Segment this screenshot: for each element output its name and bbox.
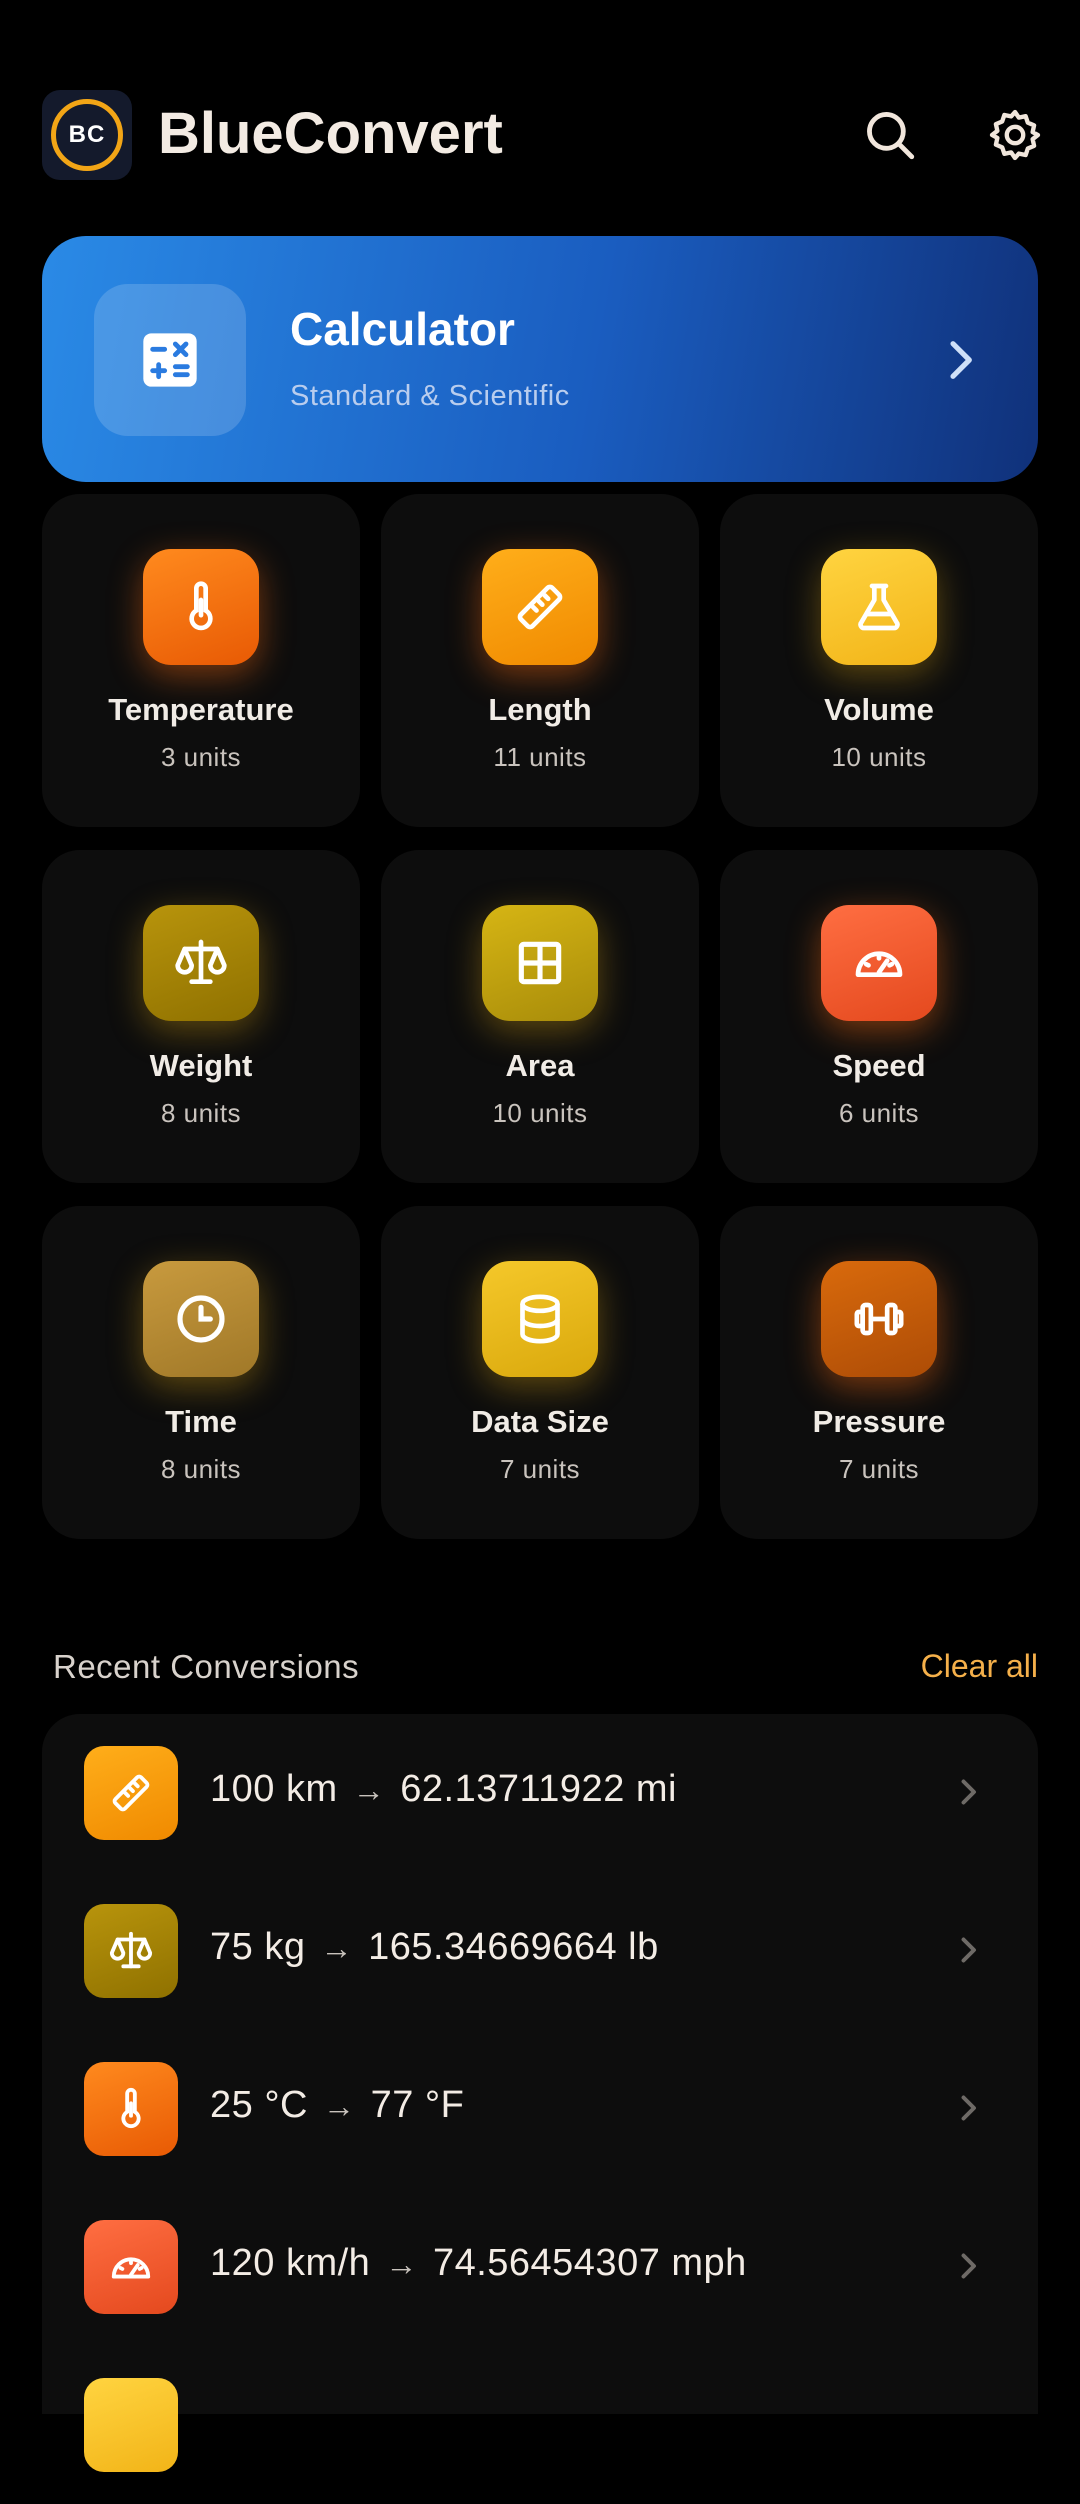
tile-name: Weight [149, 1048, 253, 1083]
calculator-icon [143, 333, 197, 387]
app-header: BC BlueConvert [0, 0, 1080, 230]
app-logo: BC [42, 90, 132, 180]
category-tile-temperature[interactable]: Temperature 3 units [42, 494, 360, 827]
gear-icon [989, 109, 1041, 161]
tile-units: 10 units [831, 742, 927, 772]
tile-units: 8 units [160, 1454, 242, 1484]
conversion-text: 100 km → 62.13711922 mi [210, 1768, 677, 1811]
conversion-to: 77 °F [370, 2084, 465, 2126]
arrow-icon: → [385, 2246, 418, 2282]
thermometer-icon [84, 2062, 178, 2156]
chevron-right-icon [961, 2095, 976, 2121]
ruler-icon [482, 549, 598, 665]
chevron-right-icon [961, 1779, 976, 1805]
settings-button[interactable] [980, 100, 1050, 170]
category-tile-length[interactable]: Length 11 units [381, 494, 699, 827]
database-icon [482, 1261, 598, 1377]
conversion-to: 165.34669664 lb [368, 1926, 659, 1968]
ruler-icon [84, 1746, 178, 1840]
calculator-icon-box [94, 284, 246, 436]
calculator-subtitle: Standard & Scientific [290, 380, 570, 412]
tile-units: 10 units [492, 1098, 588, 1128]
scale-icon [143, 905, 259, 1021]
tile-name: Length [488, 692, 592, 727]
search-button[interactable] [855, 100, 925, 170]
conversion-from: 25 °C [210, 2084, 308, 2126]
recent-conversions-heading: Recent Conversions [53, 1648, 360, 1685]
tile-units: 3 units [160, 742, 242, 772]
tile-name: Speed [832, 1048, 926, 1083]
calculator-title: Calculator [290, 303, 515, 355]
conversion-text: 25 °C → 77 °F [210, 2084, 464, 2127]
category-tile-speed[interactable]: Speed 6 units [720, 850, 1038, 1183]
grid-icon [482, 905, 598, 1021]
calculator-card[interactable]: Calculator Standard & Scientific [42, 236, 1038, 482]
recent-item[interactable]: 100 km → 62.13711922 mi [42, 1714, 1038, 1872]
tile-units: 6 units [838, 1098, 920, 1128]
arrow-icon: → [320, 1930, 354, 1966]
flask-icon [821, 549, 937, 665]
recent-item[interactable]: 75 kg → 165.34669664 lb [42, 1872, 1038, 2030]
category-tile-data-size[interactable]: Data Size 7 units [381, 1206, 699, 1539]
tile-name: Temperature [108, 692, 294, 727]
category-tile-area[interactable]: Area 10 units [381, 850, 699, 1183]
dumbbell-icon [821, 1261, 937, 1377]
conversion-from: 100 km [210, 1768, 338, 1810]
tile-units: 7 units [499, 1454, 581, 1484]
tile-units: 7 units [838, 1454, 920, 1484]
recent-conversions-list: 100 km → 62.13711922 mi 75 kg → 165.3466… [42, 1714, 1038, 2472]
tile-name: Time [165, 1404, 237, 1439]
app-title: BlueConvert [158, 101, 503, 166]
speedometer-icon [84, 2220, 178, 2314]
category-tile-pressure[interactable]: Pressure 7 units [720, 1206, 1038, 1539]
chevron-right-icon [961, 1937, 976, 1963]
recent-item[interactable]: 25 °C → 77 °F [42, 2030, 1038, 2188]
logo-text: BC [51, 99, 123, 171]
tile-units: 8 units [160, 1098, 242, 1128]
recent-item-partial[interactable] [42, 2346, 1038, 2504]
speedometer-icon [821, 905, 937, 1021]
thermometer-icon [143, 549, 259, 665]
search-icon [867, 112, 915, 160]
clear-all-button[interactable]: Clear all [921, 1648, 1038, 1685]
conversion-text: 120 km/h → 74.56454307 mph [210, 2242, 747, 2285]
category-tile-time[interactable]: Time 8 units [42, 1206, 360, 1539]
tile-name: Data Size [471, 1404, 609, 1439]
arrow-icon: → [352, 1772, 386, 1808]
chevron-right-icon [961, 2253, 976, 2279]
conversion-from: 75 kg [210, 1926, 306, 1968]
conversion-from: 120 km/h [210, 2242, 371, 2284]
flask-icon [84, 2378, 178, 2472]
tile-name: Pressure [812, 1404, 946, 1439]
conversion-to: 62.13711922 mi [400, 1768, 677, 1810]
clock-icon [143, 1261, 259, 1377]
conversion-to: 74.56454307 mph [432, 2242, 747, 2284]
tile-name: Volume [824, 692, 934, 727]
arrow-icon: → [323, 2088, 356, 2124]
scale-icon [84, 1904, 178, 1998]
chevron-right-icon [950, 341, 972, 379]
category-tile-volume[interactable]: Volume 10 units [720, 494, 1038, 827]
category-tile-weight[interactable]: Weight 8 units [42, 850, 360, 1183]
tile-units: 11 units [493, 742, 587, 772]
recent-item[interactable]: 120 km/h → 74.56454307 mph [42, 2188, 1038, 2346]
conversion-text: 75 kg → 165.34669664 lb [210, 1926, 659, 1969]
tile-name: Area [505, 1048, 575, 1083]
